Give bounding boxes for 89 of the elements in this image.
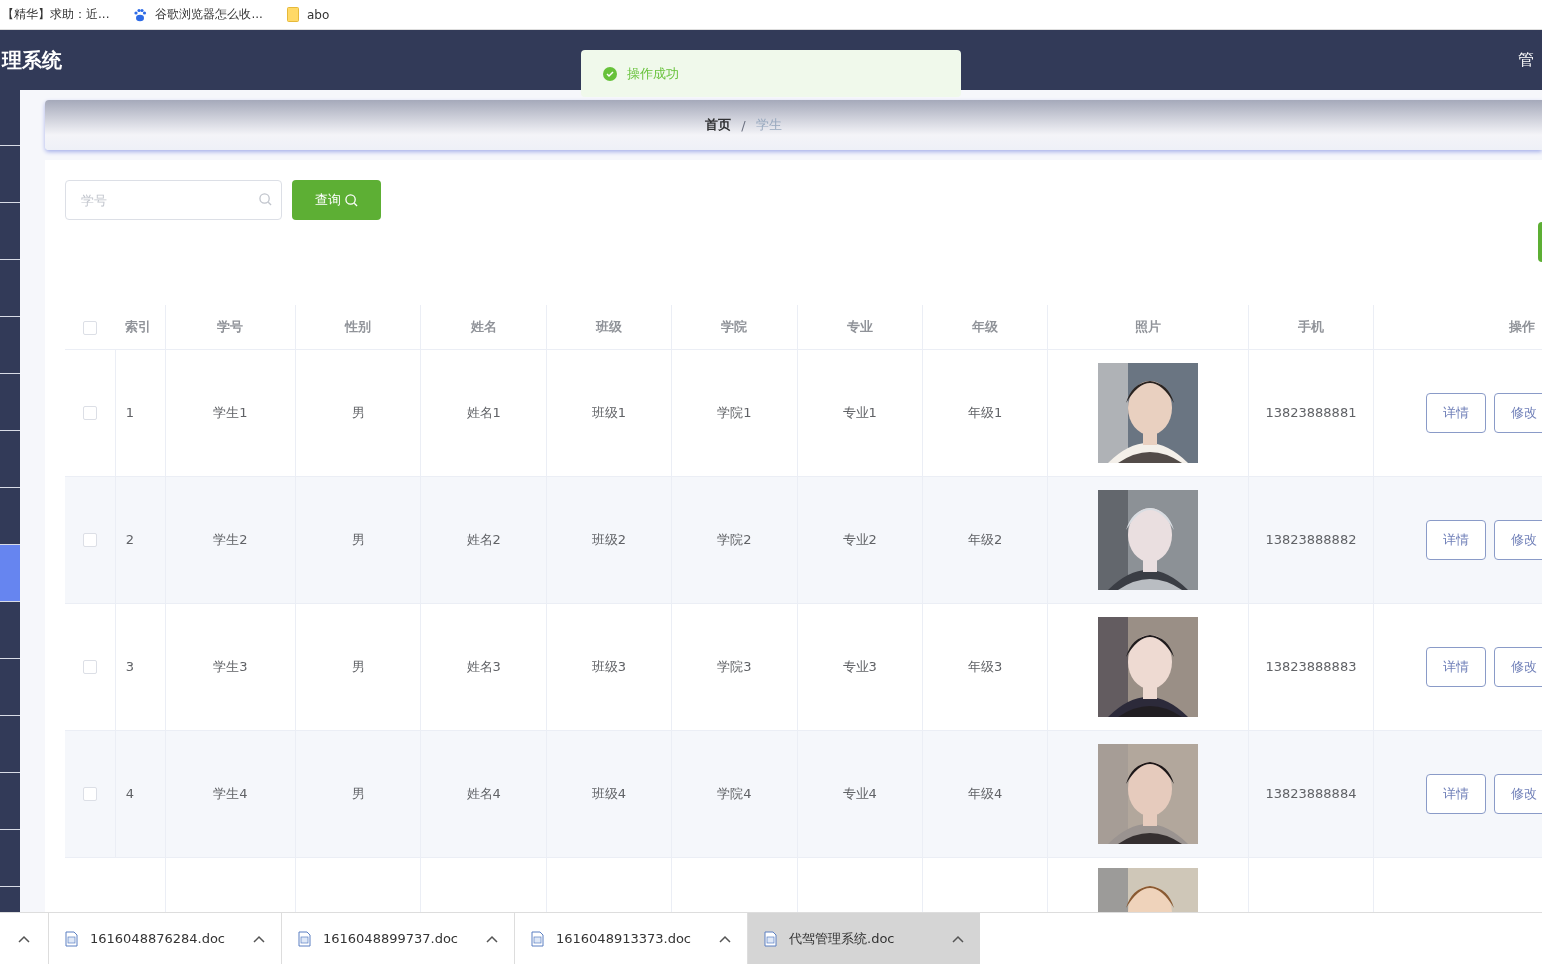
column-header: 操作: [1508, 318, 1535, 334]
file-name: 1616048913373.doc: [556, 931, 692, 946]
table-cell: 姓名2: [466, 531, 501, 547]
edit-button[interactable]: 修改: [1494, 773, 1542, 814]
table-cell: 13823888881: [1265, 405, 1357, 420]
table-cell: 学生1: [213, 404, 248, 420]
column-header: 手机: [1297, 318, 1324, 334]
table-cell: 学院4: [717, 785, 752, 801]
table-cell: 学生4: [213, 785, 248, 801]
table-cell: 3: [125, 659, 134, 674]
file-name: 代驾管理系统.doc: [789, 929, 896, 948]
table-cell: 学院2: [717, 531, 752, 547]
table-cell: 1: [125, 405, 134, 420]
table-cell: 班级2: [591, 531, 627, 547]
table-cell: 班级4: [591, 785, 627, 801]
table-cell: 姓名3: [466, 658, 501, 674]
row-checkbox[interactable]: [82, 533, 97, 548]
select-all-checkbox[interactable]: [83, 320, 98, 335]
table-cell: 年级2: [967, 531, 1003, 547]
table-cell: 姓名1: [466, 404, 501, 420]
search-icon: [345, 193, 358, 207]
table-cell: 男: [351, 531, 365, 547]
search-icon: [259, 193, 272, 206]
table-cell: 年级1: [967, 404, 1003, 420]
table-cell: 专业2: [842, 531, 877, 547]
chevron-up-icon[interactable]: [952, 934, 964, 943]
table-cell: 姓名4: [466, 785, 501, 801]
chevron-up-icon[interactable]: [719, 934, 731, 943]
column-header: 索引: [125, 318, 152, 334]
row-checkbox[interactable]: [82, 406, 97, 421]
column-header: 学号: [217, 318, 244, 334]
query-button[interactable]: 查询: [292, 180, 381, 220]
chevron-up-icon[interactable]: [18, 934, 30, 943]
table-cell: 13823888882: [1265, 532, 1357, 547]
table-cell: 专业3: [842, 658, 877, 674]
column-header: 班级: [596, 318, 622, 334]
row-checkbox[interactable]: [82, 787, 97, 802]
paw-icon: [133, 7, 148, 22]
column-header: 年级: [972, 318, 999, 334]
details-button[interactable]: 详情: [1426, 646, 1487, 687]
breadcrumb-separator: /: [741, 117, 746, 133]
details-button[interactable]: 详情: [1426, 519, 1487, 560]
search-field[interactable]: 学号: [65, 180, 282, 220]
edit-button[interactable]: 修改: [1494, 519, 1542, 560]
chevron-up-icon[interactable]: [253, 934, 265, 943]
table-cell: 学院3: [717, 658, 752, 674]
edit-button[interactable]: 修改: [1494, 392, 1542, 433]
document-icon: [298, 930, 311, 947]
table-cell: 年级4: [967, 785, 1003, 801]
column-header: 照片: [1135, 318, 1161, 334]
folder-icon: [286, 7, 299, 22]
table-cell: 学生2: [213, 531, 248, 547]
document-icon: [764, 930, 777, 947]
table-cell: 学院1: [717, 404, 752, 420]
column-header: 专业: [846, 318, 873, 334]
app-title: 理系统: [2, 46, 62, 74]
table-cell: 2: [125, 532, 134, 547]
check-circle-icon: [603, 66, 617, 81]
edit-button[interactable]: 修改: [1494, 646, 1542, 687]
table-cell: 男: [351, 785, 365, 801]
table-cell: 专业4: [842, 785, 877, 801]
bookmark-link[interactable]: 谷歌浏览器怎么收...: [133, 6, 263, 23]
bookmark-link[interactable]: abo: [286, 7, 330, 22]
column-header: 姓名: [470, 318, 497, 334]
table-cell: 4: [125, 786, 134, 801]
document-icon: [65, 930, 78, 947]
toast-message: 操作成功: [627, 64, 679, 83]
table-cell: 13823888883: [1265, 659, 1357, 674]
table-cell: 班级1: [591, 404, 627, 420]
download-item[interactable]: 代驾管理系统.doc: [747, 913, 980, 964]
table-cell: 男: [351, 404, 365, 420]
document-icon: [531, 930, 544, 947]
bookmark-link[interactable]: 【精华】求助：近...: [2, 6, 110, 23]
file-name: 1616048899737.doc: [323, 931, 459, 946]
table-cell: 学生3: [213, 658, 248, 674]
table-cell: 专业1: [842, 404, 877, 420]
table-cell: 13823888884: [1265, 786, 1357, 801]
breadcrumb-link[interactable]: 首页: [705, 116, 732, 134]
details-button[interactable]: 详情: [1426, 773, 1487, 814]
user-name[interactable]: 管: [1518, 49, 1534, 71]
column-header: 学院: [721, 318, 748, 334]
table-cell: 年级3: [967, 658, 1003, 674]
row-checkbox[interactable]: [82, 660, 97, 675]
column-header: 性别: [345, 318, 372, 334]
file-name: 1616048876284.doc: [90, 931, 226, 946]
table-cell: 男: [351, 658, 365, 674]
details-button[interactable]: 详情: [1426, 392, 1487, 433]
chevron-up-icon[interactable]: [486, 934, 498, 943]
table-cell: 班级3: [591, 658, 627, 674]
